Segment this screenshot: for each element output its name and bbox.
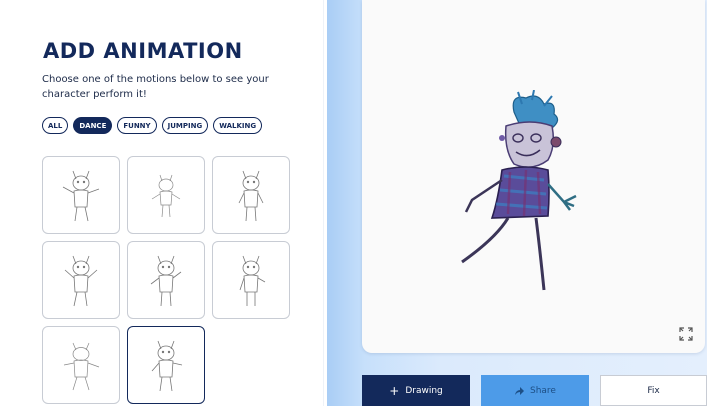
panel-subtitle: Choose one of the motions below to see y… bbox=[42, 74, 269, 100]
add-drawing-label: Drawing bbox=[405, 385, 443, 396]
animation-card-selected[interactable] bbox=[127, 326, 205, 404]
sketch-character-icon bbox=[238, 170, 264, 222]
animation-card[interactable] bbox=[212, 241, 290, 319]
animation-card[interactable] bbox=[42, 241, 120, 319]
filter-all[interactable]: ALL bbox=[42, 117, 69, 134]
share-button[interactable]: Share bbox=[481, 375, 589, 406]
animation-grid bbox=[42, 156, 290, 404]
sketch-character-icon bbox=[151, 174, 181, 218]
filter-walking[interactable]: WALKING bbox=[213, 117, 263, 134]
add-drawing-button[interactable]: + Drawing bbox=[362, 375, 470, 406]
filter-chips: ALL DANCE FUNNY JUMPING WALKING bbox=[42, 117, 263, 134]
fix-label: Fix bbox=[647, 385, 660, 396]
filter-funny[interactable]: FUNNY bbox=[117, 117, 157, 134]
animation-card[interactable] bbox=[212, 156, 290, 234]
plus-icon: + bbox=[389, 383, 400, 398]
sketch-character-icon bbox=[63, 342, 100, 391]
drawn-character bbox=[461, 90, 577, 291]
animation-card[interactable] bbox=[127, 156, 205, 234]
panel-title: ADD ANIMATION bbox=[43, 39, 243, 63]
share-arrow-icon bbox=[515, 386, 524, 395]
sketch-character-icon bbox=[150, 255, 182, 307]
filter-dance[interactable]: DANCE bbox=[73, 117, 113, 134]
animation-panel: ADD ANIMATION Choose one of the motions … bbox=[0, 0, 324, 406]
animation-card[interactable] bbox=[127, 241, 205, 319]
share-label: Share bbox=[530, 385, 556, 396]
sketch-character-icon bbox=[64, 255, 98, 307]
animation-card[interactable] bbox=[42, 156, 120, 234]
expand-icon[interactable] bbox=[679, 327, 693, 341]
filter-jumping[interactable]: JUMPING bbox=[161, 117, 209, 134]
preview-canvas bbox=[362, 0, 705, 353]
sketch-character-icon bbox=[239, 255, 266, 306]
sketch-character-icon bbox=[62, 170, 100, 222]
sketch-character-icon bbox=[151, 340, 183, 392]
animation-card[interactable] bbox=[42, 326, 120, 404]
fix-button[interactable]: Fix bbox=[600, 375, 707, 406]
